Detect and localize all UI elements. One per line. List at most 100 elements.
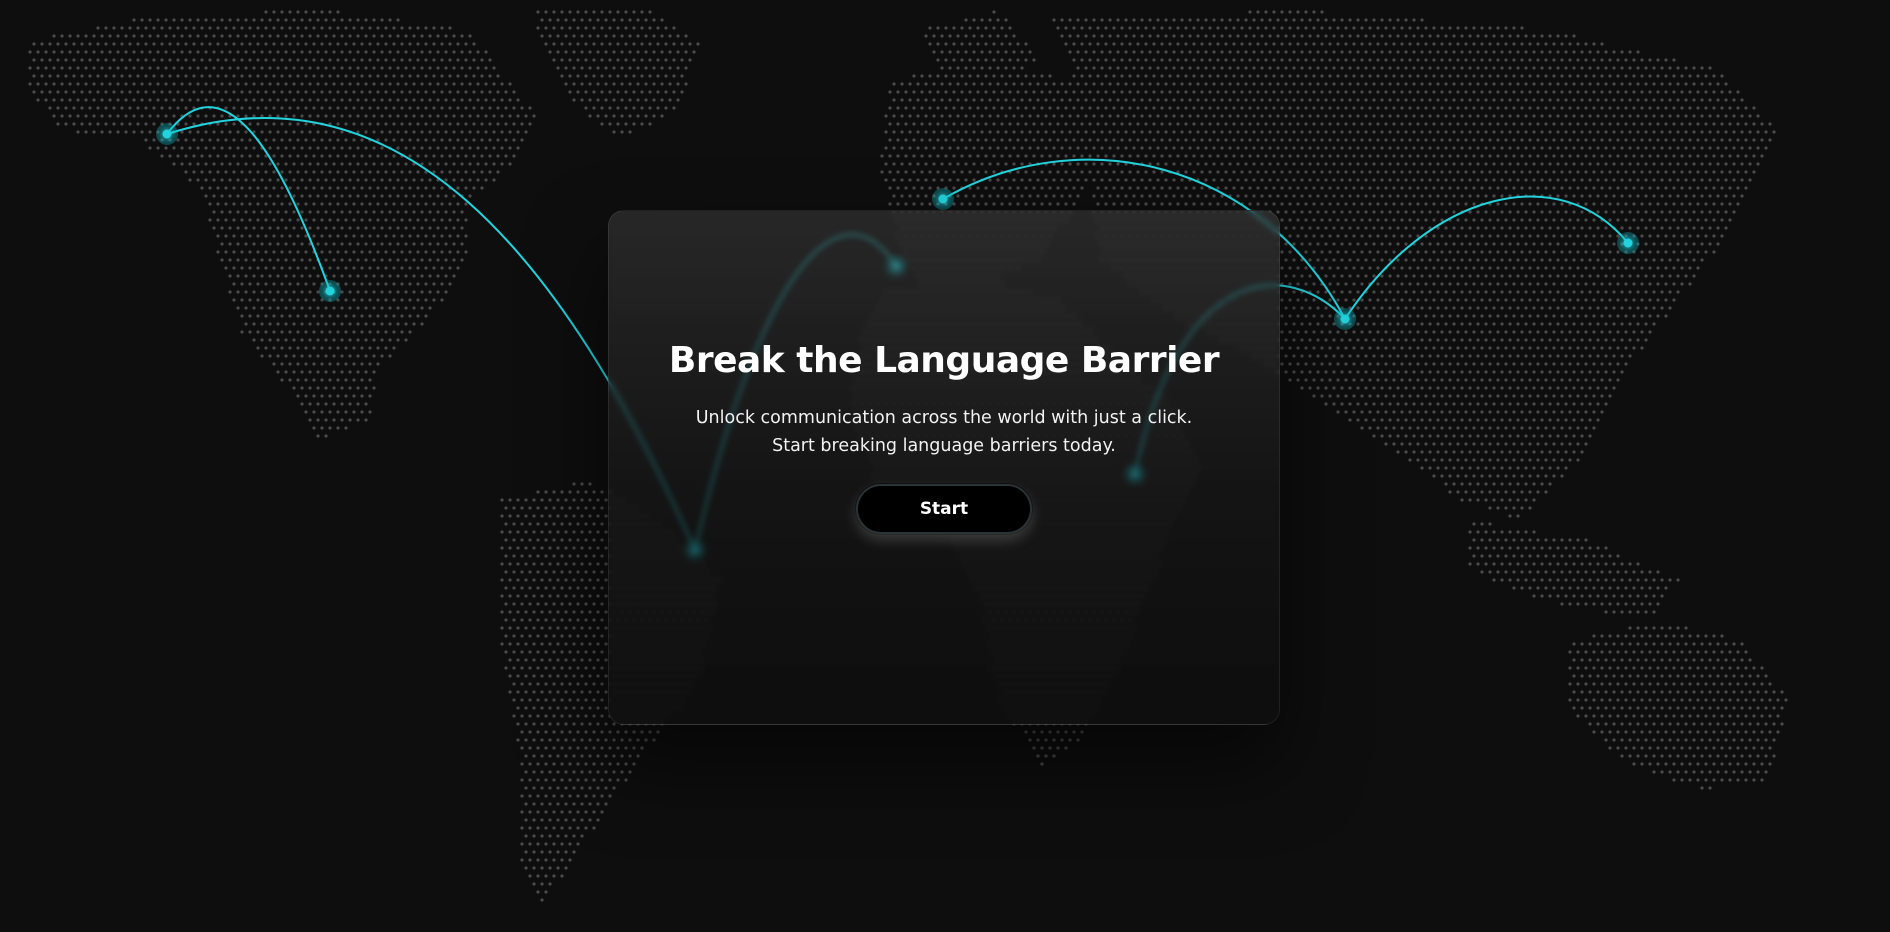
map-dot <box>484 130 488 134</box>
map-dot <box>68 82 72 86</box>
map-dot <box>1416 218 1420 222</box>
map-dot <box>1732 194 1736 198</box>
map-dot <box>904 138 908 142</box>
map-dot <box>1420 50 1424 54</box>
map-dot <box>1568 122 1572 126</box>
map-dot <box>992 170 996 174</box>
map-dot <box>1548 162 1552 166</box>
map-dot <box>276 242 280 246</box>
map-dot <box>288 218 292 222</box>
map-dot <box>992 10 996 14</box>
map-dot <box>1516 50 1520 54</box>
map-dot <box>1112 58 1116 62</box>
map-dot <box>572 98 576 102</box>
map-dot <box>484 178 488 182</box>
map-dot <box>888 154 892 158</box>
map-dot <box>1404 82 1408 86</box>
map-dot <box>1248 90 1252 94</box>
map-dot <box>388 178 392 182</box>
map-dot <box>404 242 408 246</box>
map-dot <box>1732 210 1736 214</box>
map-dot <box>1176 106 1180 110</box>
map-dot <box>1660 146 1664 150</box>
map-dot <box>380 66 384 70</box>
map-dot <box>1712 170 1716 174</box>
map-dot <box>1200 170 1204 174</box>
map-dot <box>352 154 356 158</box>
map-dot <box>1344 218 1348 222</box>
map-dot <box>204 162 208 166</box>
map-dot <box>1276 82 1280 86</box>
map-dot <box>1272 138 1276 142</box>
map-dot <box>1604 146 1608 150</box>
map-dot <box>1592 250 1596 254</box>
map-dot <box>1192 74 1196 78</box>
map-dot <box>1388 162 1392 166</box>
map-dot <box>1016 42 1020 46</box>
map-dot <box>1100 146 1104 150</box>
map-dot <box>348 98 352 102</box>
map-dot <box>976 74 980 78</box>
map-dot <box>144 122 148 126</box>
map-dot <box>1520 90 1524 94</box>
map-dot <box>284 194 288 198</box>
map-dot <box>1628 114 1632 118</box>
map-dot <box>448 234 452 238</box>
map-dot <box>100 34 104 38</box>
map-dot <box>1652 146 1656 150</box>
map-dot <box>1460 82 1464 86</box>
map-dot <box>1292 194 1296 198</box>
map-dot <box>1328 218 1332 222</box>
map-dot <box>1408 202 1412 206</box>
map-dot <box>276 98 280 102</box>
map-dot <box>1040 138 1044 142</box>
map-dot <box>624 58 628 62</box>
map-dot <box>1556 178 1560 182</box>
map-dot <box>1644 258 1648 262</box>
map-dot <box>1516 34 1520 38</box>
map-dot <box>1300 98 1304 102</box>
map-dot <box>984 26 988 30</box>
map-dot <box>1056 138 1060 142</box>
map-dot <box>968 170 972 174</box>
map-dot <box>1552 74 1556 78</box>
map-dot <box>1500 146 1504 150</box>
map-dot <box>348 194 352 198</box>
map-dot <box>1384 154 1388 158</box>
map-dot <box>196 146 200 150</box>
map-dot <box>1508 226 1512 230</box>
map-dot <box>144 74 148 78</box>
map-dot <box>1136 154 1140 158</box>
map-dot <box>432 42 436 46</box>
map-dot <box>1324 178 1328 182</box>
map-dot <box>268 226 272 230</box>
map-dot <box>360 74 364 78</box>
map-dot <box>400 234 404 238</box>
map-dot <box>1704 170 1708 174</box>
map-dot <box>996 194 1000 198</box>
map-dot <box>232 42 236 46</box>
map-dot <box>1428 82 1432 86</box>
map-dot <box>1080 106 1084 110</box>
map-dot <box>1616 74 1620 78</box>
map-dot <box>1364 194 1368 198</box>
map-dot <box>444 146 448 150</box>
map-dot <box>1348 146 1352 150</box>
map-dot <box>1048 154 1052 158</box>
map-dot <box>1452 274 1456 278</box>
map-dot <box>1604 178 1608 182</box>
map-dot <box>1548 98 1552 102</box>
map-dot <box>940 66 944 70</box>
map-dot <box>1496 218 1500 222</box>
map-dot <box>1188 146 1192 150</box>
map-dot <box>912 90 916 94</box>
map-dot <box>332 226 336 230</box>
map-dot <box>1620 274 1624 278</box>
map-dot <box>1724 114 1728 118</box>
map-dot <box>320 186 324 190</box>
map-dot <box>1644 66 1648 70</box>
map-dot <box>1396 98 1400 102</box>
map-dot <box>444 258 448 262</box>
map-dot <box>1392 26 1396 30</box>
map-dot <box>1280 122 1284 126</box>
